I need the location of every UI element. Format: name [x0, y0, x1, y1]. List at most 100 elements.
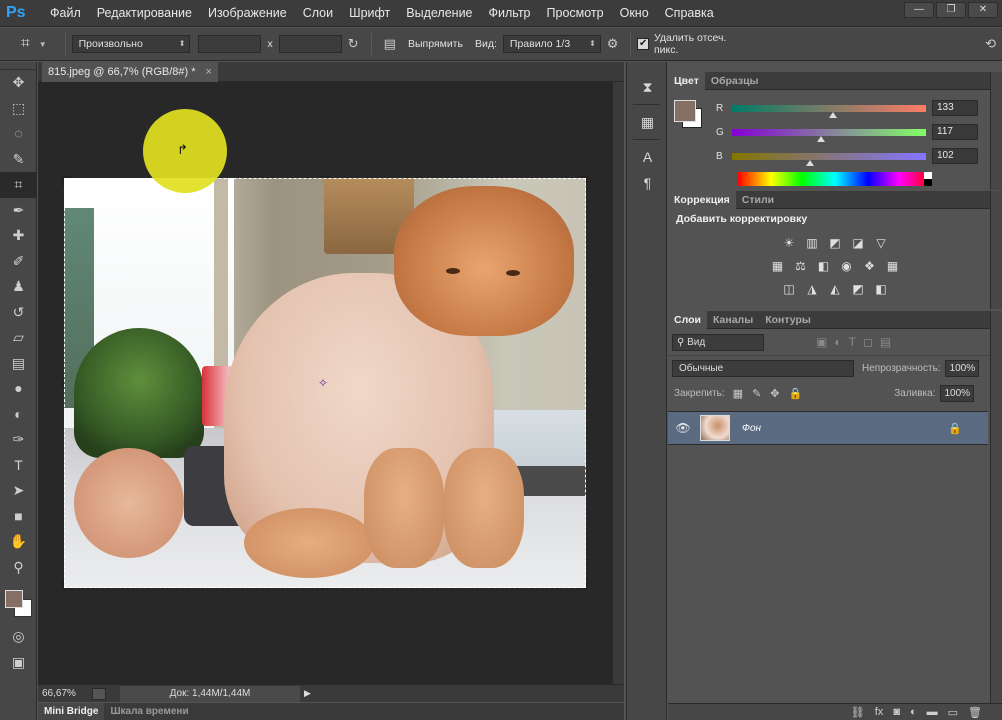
tab-timeline[interactable]: Шкала времени	[104, 703, 194, 720]
straighten-icon[interactable]: ▤	[384, 36, 396, 52]
crop-width-input[interactable]	[198, 35, 262, 53]
menu-item-3[interactable]: Слои	[295, 0, 341, 27]
crop-icon[interactable]: ⌗	[12, 32, 39, 56]
crop-handle[interactable]	[320, 580, 330, 590]
crop-handle[interactable]	[62, 378, 72, 388]
crop-handle[interactable]	[578, 378, 588, 388]
adjustment-icon[interactable]: ◭	[827, 281, 844, 298]
close-document-icon[interactable]: ×	[206, 62, 212, 82]
clear-icon[interactable]: ↻	[348, 36, 359, 52]
layer-mask-icon[interactable]: ◙	[893, 706, 900, 718]
gradient-tool-icon[interactable]: ▤	[0, 351, 37, 377]
document-tab[interactable]: 815.jpeg @ 66,7% (RGB/8#) * ×	[42, 62, 218, 82]
panel-scrollbar[interactable]	[990, 72, 1002, 190]
color-slider-track[interactable]	[732, 128, 926, 142]
color-value-input[interactable]: 117	[932, 124, 978, 140]
smart-object-filter-icon[interactable]: ▤	[880, 335, 891, 349]
quick-select-tool-icon[interactable]: ✎	[0, 147, 37, 173]
eraser-tool-icon[interactable]: ▱	[0, 325, 37, 351]
crop-height-input[interactable]	[278, 35, 342, 53]
new-adjustment-icon[interactable]: ◐	[910, 706, 917, 718]
adjustment-icon[interactable]: ◩	[850, 281, 867, 298]
tab-styles[interactable]: Стили	[736, 191, 780, 209]
eyedropper-tool-icon[interactable]: ✒	[0, 198, 37, 224]
character-icon[interactable]: A	[627, 144, 668, 170]
reset-icon[interactable]: ⟲	[985, 36, 996, 52]
lock-all-icon[interactable]: 🔒	[789, 387, 803, 400]
hand-tool-icon[interactable]: ✋	[0, 529, 37, 555]
dodge-tool-icon[interactable]: ◐	[0, 402, 37, 428]
menu-item-5[interactable]: Выделение	[398, 0, 480, 27]
tab-mini-bridge[interactable]: Mini Bridge	[38, 703, 105, 720]
marquee-tool-icon[interactable]: ⬚	[0, 96, 37, 122]
color-value-input[interactable]: 133	[932, 100, 978, 116]
link-layers-icon[interactable]: ⛓	[851, 706, 865, 719]
zoom-level[interactable]: 66,67%	[38, 688, 88, 699]
properties-icon[interactable]: ▦	[627, 109, 668, 135]
swap-dimensions-label[interactable]: x	[267, 38, 272, 50]
adjustment-icon[interactable]: ▦	[884, 258, 901, 275]
history-icon[interactable]: ⧗	[627, 74, 668, 100]
adjustment-icon[interactable]: ◮	[804, 281, 821, 298]
menu-item-6[interactable]: Фильтр	[481, 0, 539, 27]
tab-color[interactable]: Цвет	[668, 71, 705, 90]
tab-channels[interactable]: Каналы	[707, 311, 759, 329]
crop-tool-icon[interactable]: ⌗	[0, 172, 37, 198]
foreground-color-chip[interactable]	[674, 100, 696, 122]
adjustment-icon[interactable]: ▽	[873, 235, 890, 252]
pen-tool-icon[interactable]: ✑	[0, 427, 37, 453]
blur-tool-icon[interactable]: ●	[0, 376, 37, 402]
menu-item-7[interactable]: Просмотр	[539, 0, 612, 27]
lock-position-icon[interactable]: ✥	[770, 387, 779, 400]
panel-scrollbar[interactable]	[990, 191, 1002, 309]
adjustment-icon[interactable]: ❖	[861, 258, 878, 275]
slider-thumb[interactable]	[805, 159, 814, 166]
menu-item-0[interactable]: Файл	[42, 0, 89, 27]
close-window-button[interactable]: ✕	[968, 2, 998, 18]
document-size[interactable]: Док: 1,44M/1,44M	[120, 685, 300, 702]
shape-tool-icon[interactable]: ■	[0, 504, 37, 530]
gear-icon[interactable]: ⚙	[607, 36, 619, 52]
adjustment-icon[interactable]: ◩	[827, 235, 844, 252]
layer-row[interactable]: 👁 Фон 🔒	[668, 411, 988, 445]
color-slider-track[interactable]	[732, 152, 926, 166]
tab-paths[interactable]: Контуры	[759, 311, 817, 329]
crop-ratio-select[interactable]: Произвольно ⬍	[71, 35, 191, 53]
crop-center-icon[interactable]: ✧	[318, 376, 328, 390]
menu-item-1[interactable]: Редактирование	[89, 0, 200, 27]
slider-thumb[interactable]	[828, 111, 837, 118]
adjustment-icon[interactable]: ◧	[873, 281, 890, 298]
straighten-label[interactable]: Выпрямить	[408, 38, 463, 50]
zoom-tool-icon[interactable]: ⚲	[0, 555, 37, 581]
slider-thumb[interactable]	[817, 135, 826, 142]
tool-preset-chevron-down-icon[interactable]: ▼	[39, 40, 47, 49]
overlay-view-select[interactable]: Правило 1/3 ⬍	[502, 35, 601, 53]
adjustment-icon[interactable]: ◫	[781, 281, 798, 298]
tab-swatches[interactable]: Образцы	[705, 72, 765, 90]
crop-handle[interactable]	[62, 580, 72, 590]
crop-handle[interactable]	[320, 176, 330, 186]
minimize-button[interactable]: —	[904, 2, 934, 18]
panel-grip[interactable]	[0, 62, 36, 70]
shape-filter-icon[interactable]: ◻	[863, 335, 873, 349]
type-filter-icon[interactable]: T	[849, 335, 856, 349]
move-tool-icon[interactable]: ✥	[0, 70, 37, 96]
adjustment-filter-icon[interactable]: ◐	[834, 335, 841, 349]
new-group-icon[interactable]: ▬	[927, 706, 938, 718]
panel-scrollbar[interactable]	[990, 311, 1002, 703]
menu-item-4[interactable]: Шрифт	[341, 0, 398, 27]
blend-mode-select[interactable]: Обычные	[672, 360, 854, 377]
tab-layers[interactable]: Слои	[668, 310, 707, 329]
layer-kind-filter[interactable]: ⚲ Вид	[672, 333, 764, 351]
adjustment-icon[interactable]: ◪	[850, 235, 867, 252]
crop-handle[interactable]	[578, 580, 588, 590]
adjustment-icon[interactable]: ▦	[769, 258, 786, 275]
history-brush-tool-icon[interactable]: ↺	[0, 300, 37, 326]
adjustment-icon[interactable]: ☀	[781, 235, 798, 252]
color-spectrum-bar[interactable]	[738, 172, 932, 186]
status-menu-arrow-icon[interactable]: ▶	[304, 688, 311, 699]
tab-adjustments[interactable]: Коррекция	[668, 190, 736, 209]
quick-mask-icon[interactable]: ◎	[0, 624, 37, 650]
type-tool-icon[interactable]: T	[0, 453, 37, 479]
layer-thumbnail[interactable]	[700, 415, 730, 441]
